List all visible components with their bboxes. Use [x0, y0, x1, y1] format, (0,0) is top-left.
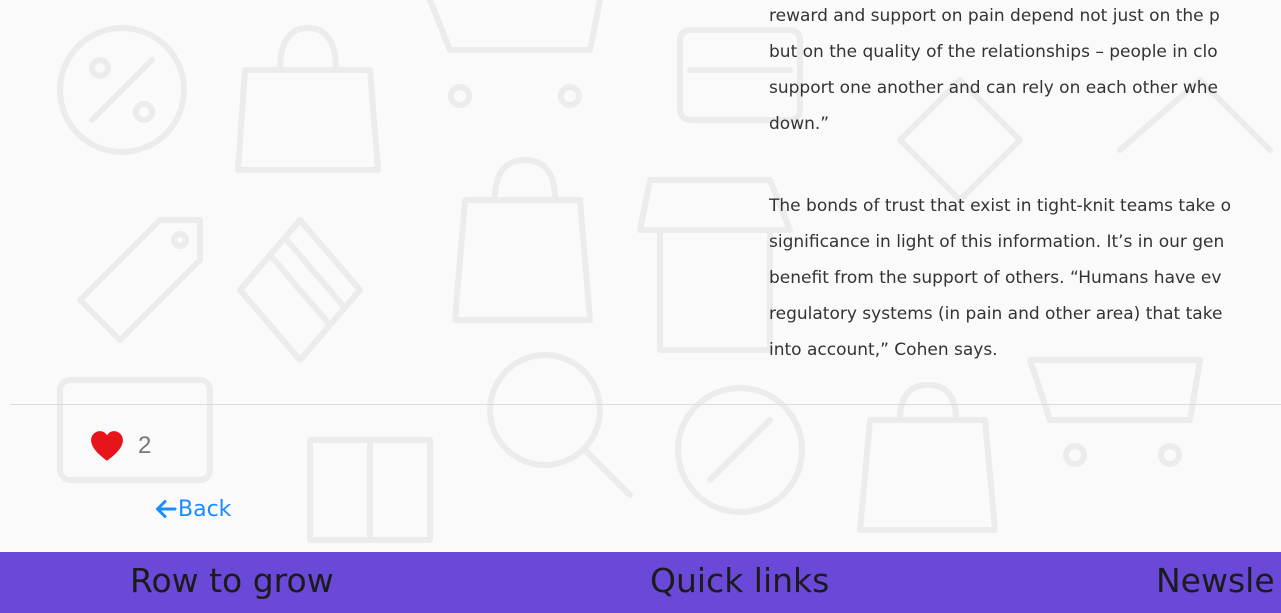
like-count: 2	[138, 432, 152, 459]
back-label[interactable]: Back	[178, 497, 231, 522]
divider	[10, 404, 1281, 405]
arrow-left-icon[interactable]	[155, 499, 178, 519]
article-line: regulatory systems (in pain and other ar…	[769, 304, 1223, 324]
article-line: significance in light of this informatio…	[769, 232, 1225, 252]
footer-heading-row-to-grow: Row to grow	[130, 561, 334, 600]
page: reward and support on pain depend not ju…	[0, 0, 1281, 613]
article-line: down.”	[769, 114, 830, 134]
back-link[interactable]: Back	[155, 494, 231, 524]
heart-icon[interactable]	[90, 430, 124, 462]
article-line: The bonds of trust that exist in tight-k…	[769, 196, 1231, 216]
article-line: support one another and can rely on each…	[769, 78, 1218, 98]
article-line: into account,” Cohen says.	[769, 340, 998, 360]
footer-heading-quick-links: Quick links	[650, 561, 830, 600]
footer: Row to grow Quick links Newsle	[0, 552, 1281, 613]
article-line: reward and support on pain depend not ju…	[769, 6, 1220, 26]
article-line: but on the quality of the relationships …	[769, 42, 1218, 62]
like-button[interactable]: 2	[90, 428, 151, 464]
footer-heading-newsletter: Newsle	[1156, 561, 1275, 600]
article-line: benefit from the support of others. “Hum…	[769, 268, 1222, 288]
article-body: reward and support on pain depend not ju…	[769, 0, 1281, 368]
